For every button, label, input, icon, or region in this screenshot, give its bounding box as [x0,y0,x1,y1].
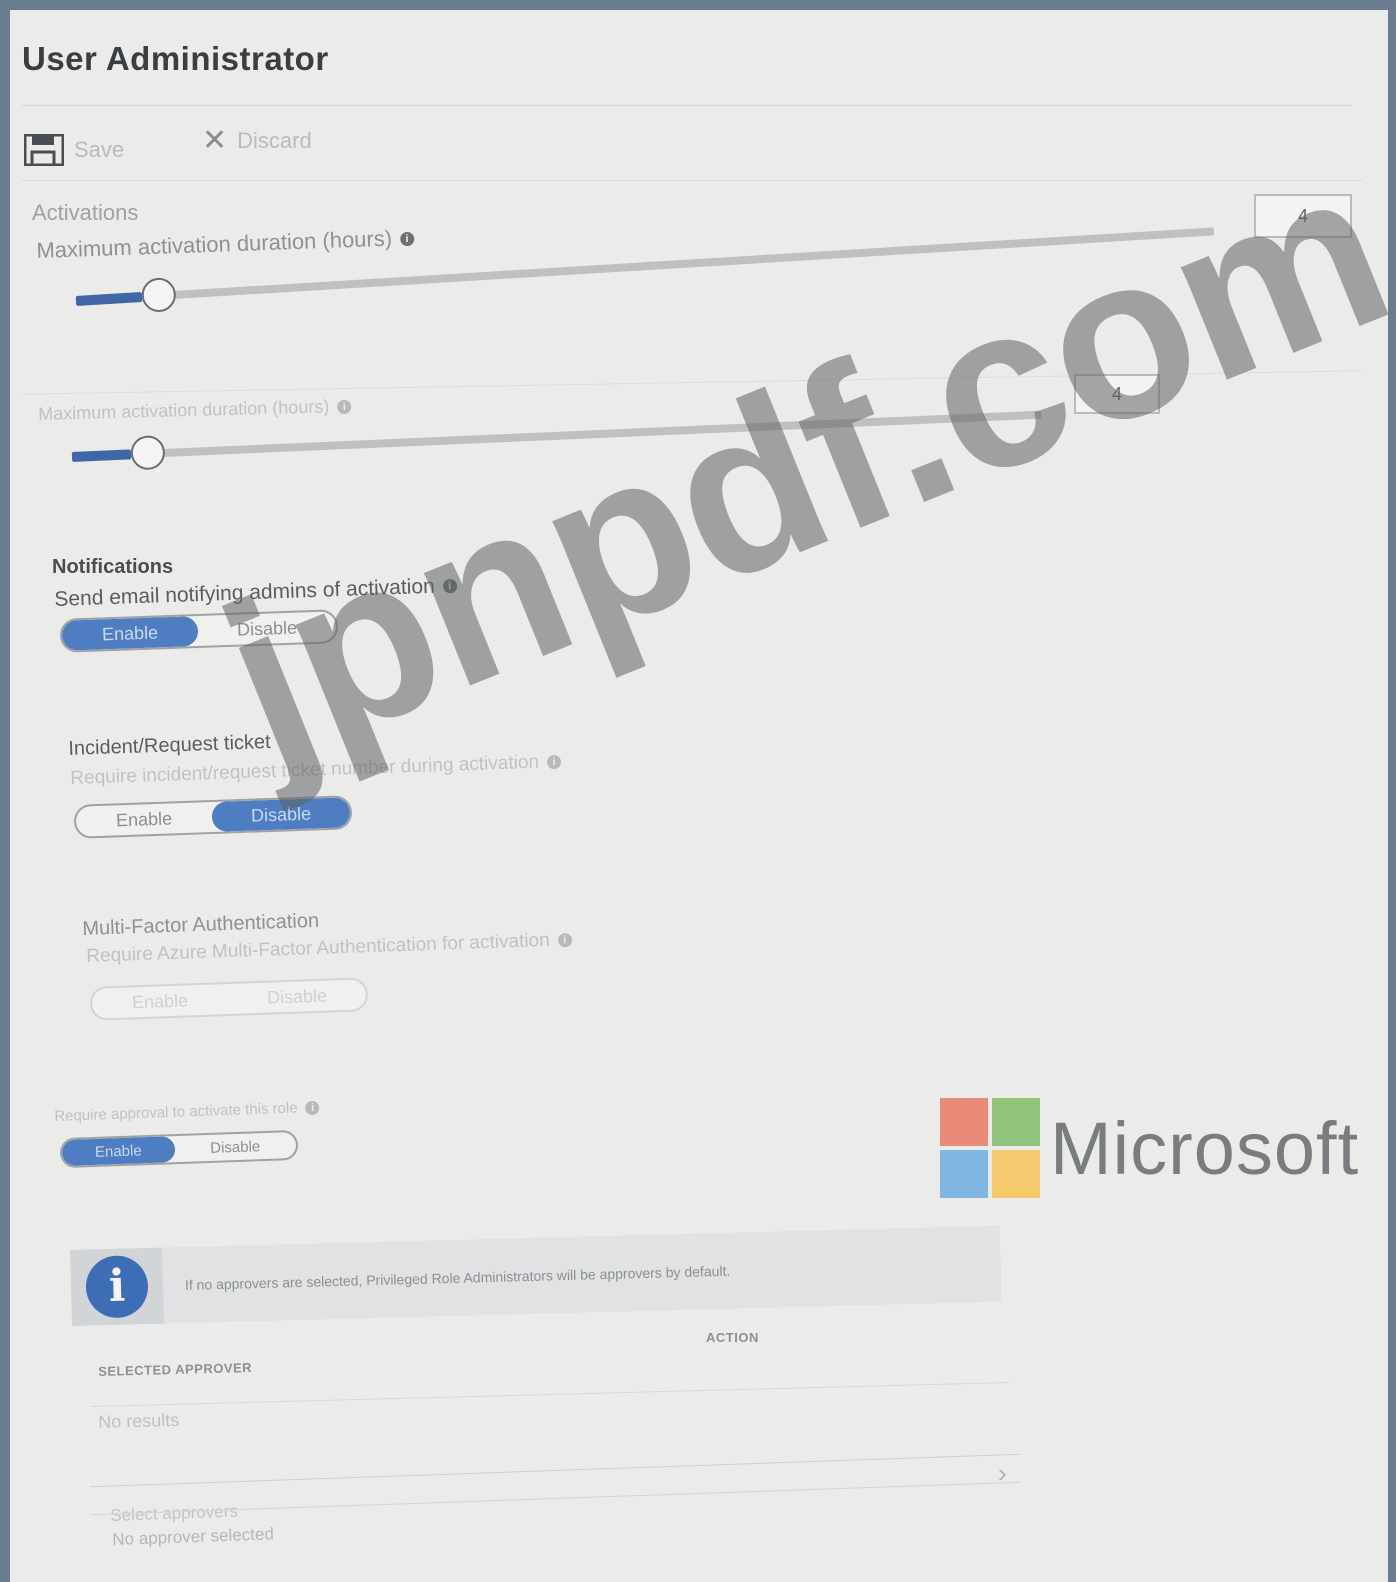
approval-enable-option[interactable]: Enable [61,1136,175,1167]
discard-label: Discard [237,128,312,153]
max-duration-label: Maximum activation duration (hours) i [36,225,415,264]
table-header-divider [90,1381,1010,1408]
notify-admins-label: Send email notifying admins of activatio… [54,574,457,612]
discard-button[interactable]: ✕ Discard [202,126,312,156]
info-icon: i [557,933,572,948]
save-icon [23,133,65,167]
microsoft-wordmark: Microsoft [1050,1106,1360,1190]
slider-thumb[interactable] [140,276,177,313]
slider-thumb[interactable] [130,434,166,471]
microsoft-logo: Microsoft [940,1098,1359,1198]
save-button[interactable]: Save [23,133,125,167]
empty-results-text: No results [98,1409,180,1432]
max-duration-label-2: Maximum activation duration (hours) i [38,396,352,425]
page-title: User Administrator [22,40,329,77]
close-icon: ✕ [202,124,228,157]
info-icon: i [337,400,352,415]
info-circle-icon: i [85,1254,149,1319]
select-approvers-divider [90,1481,1020,1516]
toolbar-divider [22,180,1362,181]
col-selected-approver-header: SELECTED APPROVER [98,1359,253,1379]
col-action-header: ACTION [706,1330,759,1345]
mfa-heading: Multi-Factor Authentication [82,909,320,940]
select-approvers-value: No approver selected [112,1524,275,1549]
title-divider [22,105,1352,106]
section-divider [22,370,1362,395]
info-icon: i [442,579,457,594]
mfa-enable-option[interactable]: Enable [92,984,229,1019]
microsoft-logo-icon [940,1098,1040,1198]
activations-section-label: Activations [32,200,139,225]
approval-label: Require approval to activate this role i [54,1099,320,1125]
mfa-disable-option[interactable]: Disable [228,979,367,1014]
notify-admins-toggle[interactable]: Enable Disable [59,609,339,653]
max-duration-input-2[interactable] [1074,374,1160,414]
incident-enable-option[interactable]: Enable [76,802,213,837]
info-banner: i If no approvers are selected, Privileg… [70,1225,1002,1326]
approval-toggle[interactable]: Enable Disable [59,1129,299,1169]
info-icon: i [546,754,562,770]
chevron-right-icon[interactable]: › [998,1458,1007,1489]
info-icon: i [399,231,415,247]
max-duration-input[interactable] [1254,194,1352,238]
notifications-heading: Notifications [52,556,174,578]
incident-disable-option[interactable]: Disable [211,797,351,833]
save-label: Save [74,137,125,162]
slider-fill [71,449,132,462]
slider-fill [75,291,143,306]
notify-disable-option[interactable]: Disable [198,611,337,646]
mfa-toggle[interactable]: Enable Disable [89,977,369,1021]
incident-toggle[interactable]: Enable Disable [73,795,353,839]
incident-heading: Incident/Request ticket [68,730,271,760]
info-icon: i [305,1100,320,1116]
blade-window: User Administrator Save ✕ Discard Activa… [10,10,1388,1582]
notify-enable-option[interactable]: Enable [61,616,199,651]
info-banner-text: If no approvers are selected, Privileged… [184,1262,731,1294]
table-divider [90,1453,1020,1488]
approval-disable-option[interactable]: Disable [174,1132,296,1162]
